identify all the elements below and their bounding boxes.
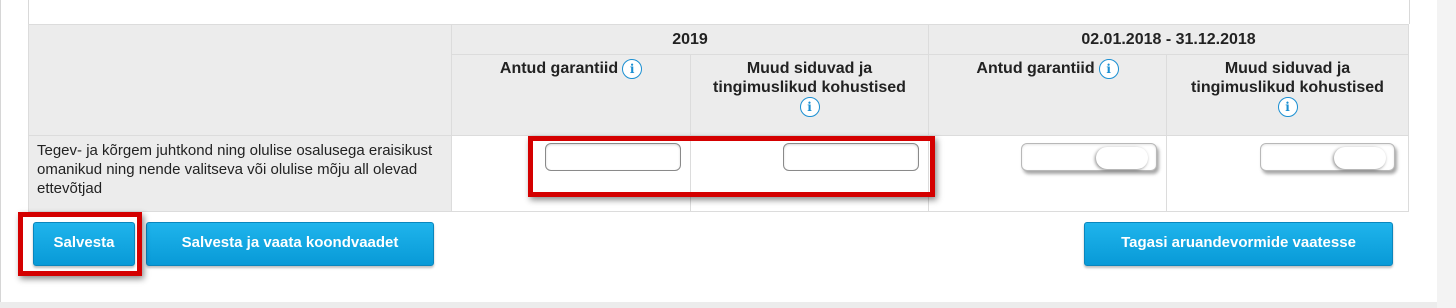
save-button[interactable]: Salvesta — [33, 222, 135, 266]
info-icon[interactable]: i — [1277, 97, 1298, 117]
col-header-other-2018: Muud siduvad ja tingimuslikud kohustised… — [1166, 54, 1409, 136]
input-stepper-overlay[interactable] — [1334, 147, 1386, 169]
guarantees-2019-input[interactable] — [545, 143, 681, 171]
info-icon[interactable]: i — [1098, 59, 1119, 79]
col-header-label: Antud garantiid — [976, 60, 1095, 78]
row-label-management: Tegev- ja kõrgem juhtkond ning olulise o… — [28, 135, 452, 212]
col-header-guarantees-2019: Antud garantiid i — [451, 54, 691, 136]
input-stepper-overlay[interactable] — [1096, 147, 1148, 169]
cell-other-2019 — [690, 135, 929, 212]
guarantees-2018-input[interactable] — [1021, 143, 1157, 171]
col-header-guarantees-2018: Antud garantiid i — [928, 54, 1167, 136]
cell-other-2018 — [1166, 135, 1409, 212]
cell-guarantees-2018 — [928, 135, 1167, 212]
report-table: 2019 02.01.2018 - 31.12.2018 Antud garan… — [28, 24, 1409, 212]
col-header-label-line1: Muud siduvad ja — [1224, 60, 1351, 77]
col-header-other-2019: Muud siduvad ja tingimuslikud kohustised… — [690, 54, 929, 136]
back-to-forms-button[interactable]: Tagasi aruandevormide vaatesse — [1084, 222, 1393, 266]
col-header-label: Antud garantiid — [499, 60, 619, 78]
period-header-2018: 02.01.2018 - 31.12.2018 — [928, 24, 1409, 55]
panel-top-spacer — [28, 0, 1410, 24]
info-icon[interactable]: i — [799, 97, 820, 117]
other-obligations-2019-input[interactable] — [783, 143, 919, 171]
cell-guarantees-2019 — [451, 135, 691, 212]
col-header-label-line2: tingimuslikud kohustised — [713, 79, 906, 96]
info-icon[interactable]: i — [622, 59, 643, 79]
save-and-view-summary-button[interactable]: Salvesta ja vaata koondvaadet — [146, 222, 434, 266]
period-header-2019: 2019 — [451, 24, 929, 55]
other-obligations-2018-input[interactable] — [1260, 143, 1395, 171]
table-corner-cell — [28, 24, 452, 136]
col-header-label-line2: tingimuslikud kohustised — [1191, 79, 1384, 96]
col-header-label-line1: Muud siduvad ja — [746, 60, 873, 77]
page-scrollbar-area — [1437, 0, 1456, 308]
